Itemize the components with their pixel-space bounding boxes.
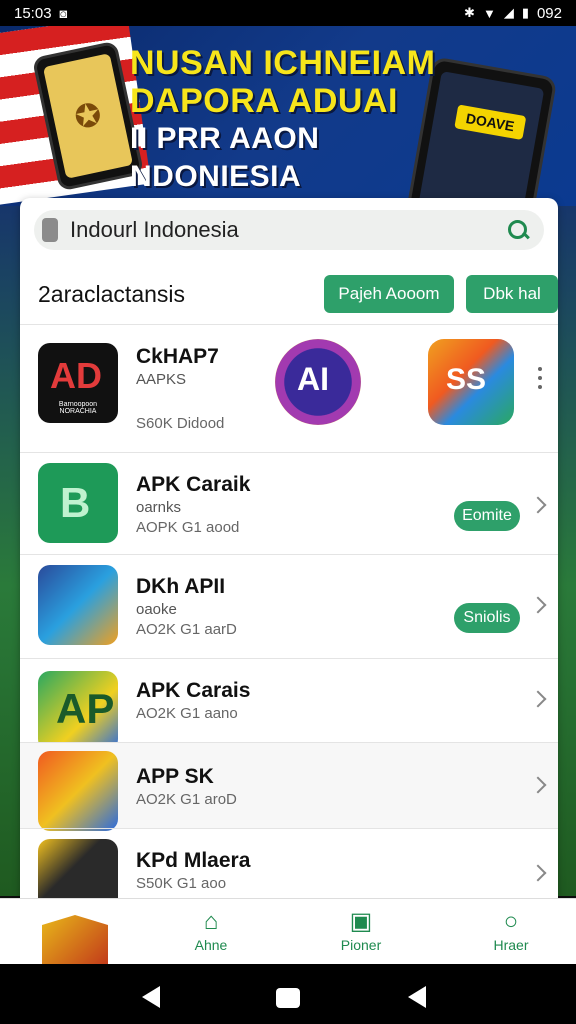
bottom-navigation: ⌂ Ahne ▣ Pioner ○ Hraer bbox=[0, 898, 576, 965]
app-sub: oarnks bbox=[136, 499, 182, 516]
filter-button-a[interactable]: Pajeh Aooom bbox=[324, 275, 454, 313]
list-item[interactable]: DKh APII oaoke AO2K G1 aarD Sniolis bbox=[20, 554, 558, 659]
status-bar: 15:03 ◙ ✱ ▼ ◢ ▮ 092 bbox=[0, 0, 576, 26]
nav-bag[interactable]: ▣ Pioner bbox=[316, 907, 406, 953]
chevron-right-icon[interactable] bbox=[529, 690, 547, 708]
list-item[interactable]: AP APK Carais AO2K G1 aano bbox=[20, 658, 558, 751]
ss-logo-icon[interactable]: SS bbox=[428, 339, 514, 425]
list-item[interactable]: B APK Caraik oarnks AOPK G1 aood Eomite bbox=[20, 452, 558, 555]
install-button[interactable]: Sniolis bbox=[454, 603, 520, 633]
app-icon-b: B bbox=[38, 463, 118, 543]
section-header: 2araclactansis Pajeh Aooom Dbk hal bbox=[38, 274, 558, 314]
search-prefix-icon bbox=[42, 218, 58, 242]
banner-line-3: II PRR AAON NDONIESIA bbox=[130, 122, 320, 193]
nav-bag-label: Pioner bbox=[340, 937, 382, 953]
banner-title: NUSAN ICHNEIAM DAPORA ADUAI II PRR AAON … bbox=[130, 44, 470, 196]
signal-icon: ◢ bbox=[503, 5, 514, 20]
search-icon[interactable] bbox=[506, 218, 530, 242]
list-item[interactable]: APP SK AO2K G1 aroD bbox=[20, 742, 558, 831]
vibrate-icon: ✱ bbox=[464, 5, 475, 20]
back-icon[interactable] bbox=[142, 986, 160, 1008]
app-name: KPd Mlaera bbox=[136, 849, 251, 872]
nav-home[interactable]: ⌂ Ahne bbox=[166, 907, 256, 953]
app-icon-ap: AP bbox=[38, 671, 118, 751]
nav-search-label: Hraer bbox=[493, 937, 529, 953]
chevron-right-icon[interactable] bbox=[529, 596, 547, 614]
banner-line-1: NUSAN ICHNEIAM bbox=[130, 44, 436, 82]
app-icon-chrome bbox=[38, 565, 118, 645]
app-sub: oaoke bbox=[136, 601, 177, 618]
app-icon-kpd bbox=[38, 839, 118, 898]
list-item[interactable]: AD Barnoopoon NORACHIA CkHAP7 AAPKS S60K… bbox=[20, 324, 558, 453]
section-title: 2araclactansis bbox=[38, 280, 186, 307]
app-name: CkHAP7 bbox=[136, 345, 219, 368]
app-meta: S60K Didood bbox=[136, 415, 225, 432]
recents-icon[interactable] bbox=[408, 986, 426, 1008]
filter-button-b[interactable]: Dbk hal bbox=[466, 275, 558, 313]
promo-banner[interactable]: ✪ DOAVE NUSAN ICHNEIAM DAPORA ADUAI II P… bbox=[0, 26, 576, 206]
search-input[interactable]: Indourl Indonesia bbox=[70, 217, 506, 243]
home-button-icon[interactable] bbox=[276, 988, 300, 1008]
nav-search[interactable]: ○ Hraer bbox=[466, 907, 556, 953]
app-name: APP SK bbox=[136, 765, 214, 788]
profile-avatar[interactable] bbox=[42, 915, 108, 965]
search-bar[interactable]: Indourl Indonesia bbox=[34, 210, 544, 250]
home-icon: ⌂ bbox=[203, 908, 219, 935]
app-meta: AO2K G1 aano bbox=[136, 705, 238, 722]
system-navigation-bar bbox=[0, 964, 576, 1024]
notification-icon: ◙ bbox=[59, 5, 68, 21]
app-icon-ad: AD Barnoopoon NORACHIA bbox=[38, 343, 118, 423]
more-options-icon[interactable] bbox=[538, 367, 542, 371]
app-sub: AAPKS bbox=[136, 371, 187, 388]
bag-icon: ▣ bbox=[349, 908, 373, 935]
app-meta: AO2K G1 aroD bbox=[136, 791, 237, 808]
status-time: 15:03 bbox=[14, 4, 52, 22]
battery-icon: ▮ bbox=[521, 5, 529, 20]
chevron-right-icon[interactable] bbox=[529, 776, 547, 794]
app-list-card: Indourl Indonesia 2araclactansis Pajeh A… bbox=[20, 198, 558, 898]
app-name: APK Carais bbox=[136, 679, 251, 702]
ai-logo-icon[interactable]: AI bbox=[275, 339, 361, 425]
app-meta: AO2K G1 aarD bbox=[136, 621, 237, 638]
search-nav-icon: ○ bbox=[503, 908, 519, 935]
nav-home-label: Ahne bbox=[194, 937, 228, 953]
app-name: DKh APII bbox=[136, 575, 226, 598]
list-item[interactable]: KPd Mlaera S50K G1 aoo bbox=[20, 828, 558, 898]
app-icon-sk bbox=[38, 751, 118, 831]
chevron-right-icon[interactable] bbox=[529, 496, 547, 514]
install-button[interactable]: Eomite bbox=[454, 501, 520, 531]
banner-line-2: DAPORA ADUAI bbox=[130, 82, 398, 120]
app-meta: AOPK G1 aood bbox=[136, 519, 240, 536]
app-meta: S50K G1 aoo bbox=[136, 875, 227, 892]
app-name: APK Caraik bbox=[136, 473, 251, 496]
battery-level: 092 bbox=[536, 4, 562, 22]
app-icon-caption: Barnoopoon NORACHIA bbox=[58, 401, 98, 415]
wifi-icon: ▼ bbox=[482, 5, 496, 21]
chevron-right-icon[interactable] bbox=[529, 864, 547, 882]
